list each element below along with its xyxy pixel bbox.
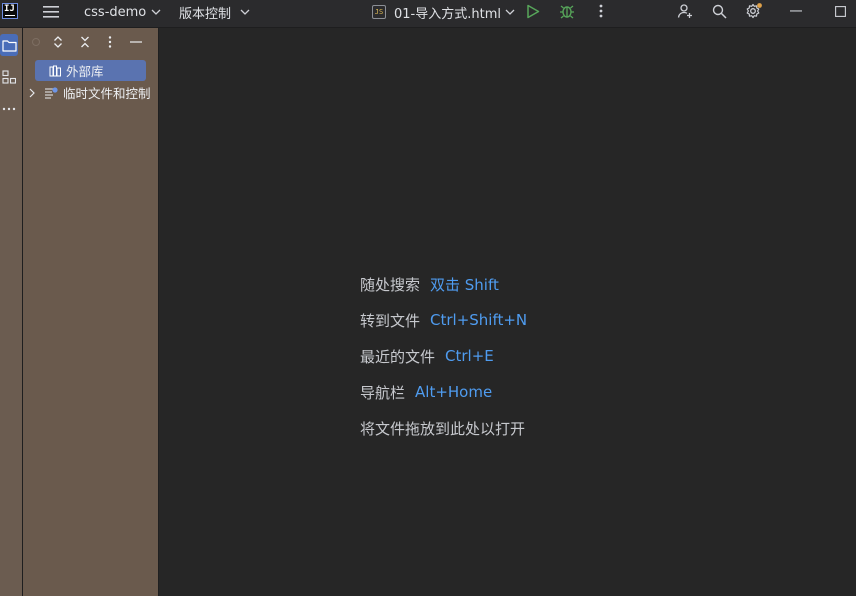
project-panel: 外部库 临时文件和控制: [23, 28, 159, 596]
library-icon: [49, 65, 62, 77]
more-tool-windows-icon[interactable]: [0, 98, 18, 120]
tool-window-strip: [0, 28, 23, 596]
maximize-window-icon[interactable]: [830, 2, 850, 20]
hint-text: 导航栏: [360, 383, 406, 402]
tree-item-scratches-and-consoles[interactable]: 临时文件和控制: [29, 82, 158, 103]
scratches-icon: [44, 86, 58, 99]
vcs-selector[interactable]: 版本控制: [179, 0, 250, 24]
tree-item-label: 外部库: [66, 64, 104, 79]
run-configuration-selector[interactable]: JS 01-导入方式.html: [372, 0, 515, 24]
chevron-down-icon: [151, 7, 161, 18]
project-tool-window-button[interactable]: [0, 34, 18, 56]
search-icon[interactable]: [710, 2, 728, 20]
debug-icon[interactable]: [557, 2, 577, 20]
hint-shortcut[interactable]: Alt+Home: [415, 383, 492, 401]
run-icon[interactable]: [524, 3, 542, 20]
select-opened-file-icon[interactable]: [29, 35, 43, 49]
code-with-me-icon[interactable]: [676, 2, 694, 20]
minimize-window-icon[interactable]: [786, 2, 806, 20]
chevron-down-icon: [240, 7, 250, 18]
js-file-icon: JS: [372, 5, 386, 19]
hint-shortcut[interactable]: 双击 Shift: [430, 274, 499, 295]
tree-item-label: 临时文件和控制: [63, 86, 151, 101]
vcs-label: 版本控制: [179, 6, 232, 22]
options-icon[interactable]: [104, 35, 116, 49]
chevron-down-icon: [505, 7, 515, 18]
editor-empty-hints: 随处搜索 双击 Shift 转到文件 Ctrl+Shift+N 最近的文件 Ct…: [360, 266, 527, 446]
hint-shortcut[interactable]: Ctrl+E: [445, 347, 494, 365]
hint-navigation-bar: 导航栏 Alt+Home: [360, 374, 527, 410]
hint-text: 随处搜索: [360, 275, 421, 294]
settings-gear-icon[interactable]: [744, 1, 764, 21]
project-selector[interactable]: css-demo: [84, 0, 161, 24]
hint-shortcut[interactable]: Ctrl+Shift+N: [430, 311, 527, 329]
project-panel-toolbar: [23, 28, 158, 58]
tree-item-external-libraries[interactable]: 外部库: [35, 60, 146, 81]
structure-tool-window-icon[interactable]: [0, 66, 18, 88]
main-menu-icon[interactable]: [40, 2, 62, 22]
hint-text: 转到文件: [360, 311, 421, 330]
intellij-logo-icon[interactable]: IJ: [2, 3, 18, 19]
hint-search-everywhere: 随处搜索 双击 Shift: [360, 266, 527, 302]
collapse-all-icon[interactable]: [78, 35, 92, 49]
hint-text: 最近的文件: [360, 347, 436, 366]
hint-recent-files: 最近的文件 Ctrl+E: [360, 338, 527, 374]
current-file-name: 01-导入方式.html: [394, 6, 501, 22]
hint-go-to-file: 转到文件 Ctrl+Shift+N: [360, 302, 527, 338]
hint-text: 将文件拖放到此处以打开: [360, 419, 526, 438]
chevron-right-icon[interactable]: [29, 88, 35, 98]
title-bar: IJ css-demo 版本控制 JS 01-导入方式.html: [0, 0, 856, 28]
hint-drop-files: 将文件拖放到此处以打开: [360, 410, 527, 446]
expand-all-icon[interactable]: [51, 35, 65, 49]
hide-panel-icon[interactable]: [129, 35, 143, 49]
more-actions-icon[interactable]: [594, 2, 608, 20]
project-name: css-demo: [84, 4, 147, 20]
